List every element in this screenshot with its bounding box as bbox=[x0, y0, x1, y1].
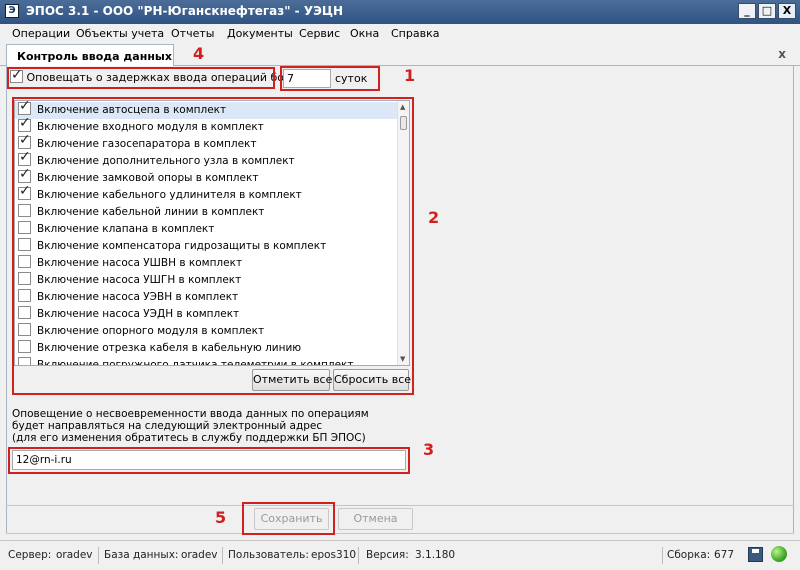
version-label: Версия: bbox=[366, 549, 409, 561]
close-button[interactable]: X bbox=[778, 3, 796, 19]
info-line-2: будет направляться на следующий электрон… bbox=[12, 420, 323, 432]
annotation-2: 2 bbox=[428, 208, 440, 227]
window-title: ЭПОС 3.1 - ООО "РН-Юганскнефтегаз" - УЭЦ… bbox=[26, 4, 344, 18]
menu-windows[interactable]: Окна bbox=[350, 27, 379, 40]
menu-help[interactable]: Справка bbox=[391, 27, 439, 40]
menu-service[interactable]: Сервис bbox=[299, 27, 340, 40]
highlight-box-list bbox=[12, 97, 414, 395]
title-bar: Э ЭПОС 3.1 - ООО "РН-Юганскнефтегаз" - У… bbox=[0, 0, 800, 24]
highlight-box-save bbox=[242, 502, 335, 535]
user-label: Пользователь: bbox=[228, 549, 309, 561]
annotation-1: 1 bbox=[404, 66, 416, 85]
menu-accounting-objects[interactable]: Объекты учета bbox=[76, 27, 164, 40]
menu-operations[interactable]: Операции bbox=[12, 27, 70, 40]
separator bbox=[6, 505, 794, 506]
info-line-3: (для его изменения обратитесь в службу п… bbox=[12, 432, 366, 444]
save-icon[interactable] bbox=[748, 547, 763, 562]
server-value: oradev bbox=[56, 549, 93, 561]
status-led-icon bbox=[771, 546, 787, 562]
version-value: 3.1.180 bbox=[415, 549, 456, 561]
app-icon: Э bbox=[5, 4, 19, 18]
tab-strip: Контроль ввода данных 4 x bbox=[0, 44, 800, 67]
db-label: База данных: bbox=[104, 549, 179, 561]
info-text: Оповещение о несвоевременности ввода дан… bbox=[12, 408, 369, 444]
maximize-button[interactable]: □ bbox=[758, 3, 776, 19]
server-label: Сервер: bbox=[8, 549, 52, 561]
annotation-5: 5 bbox=[215, 508, 227, 527]
annotation-4: 4 bbox=[193, 44, 205, 63]
tab-data-entry-control[interactable]: Контроль ввода данных bbox=[6, 44, 174, 67]
user-value: epos310 bbox=[311, 549, 357, 561]
info-line-1: Оповещение о несвоевременности ввода дан… bbox=[12, 408, 369, 420]
highlight-box-days bbox=[280, 66, 380, 91]
menu-reports[interactable]: Отчеты bbox=[171, 27, 214, 40]
tab-close-icon[interactable]: x bbox=[778, 47, 786, 61]
cancel-button[interactable]: Отмена bbox=[338, 508, 413, 530]
menu-documents[interactable]: Документы bbox=[227, 27, 293, 40]
menu-bar: Операции Объекты учета Отчеты Документы … bbox=[0, 24, 800, 44]
minimize-button[interactable]: _ bbox=[738, 3, 756, 19]
highlight-box-email bbox=[8, 447, 410, 474]
separator bbox=[6, 533, 794, 534]
build-value: 677 bbox=[714, 549, 735, 561]
build-label: Сборка: bbox=[667, 549, 711, 561]
status-bar: Сервер: oradev База данных: oradev Польз… bbox=[0, 540, 800, 570]
highlight-box-notify bbox=[7, 67, 275, 89]
db-value: oradev bbox=[181, 549, 218, 561]
annotation-3: 3 bbox=[423, 440, 435, 459]
